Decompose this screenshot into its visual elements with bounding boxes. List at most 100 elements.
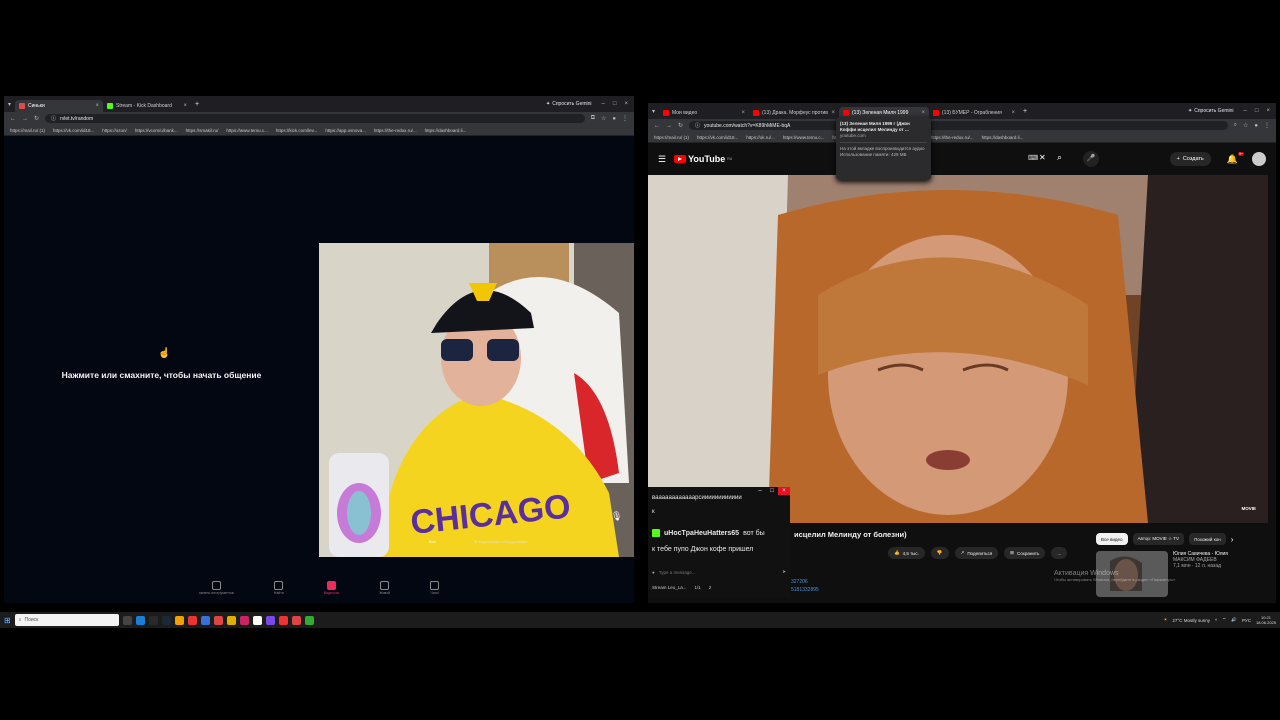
close-icon[interactable]: ×: [778, 487, 790, 495]
bookmark-item[interactable]: https://www.temu.c...: [226, 128, 268, 133]
nav-live[interactable]: Живой: [379, 581, 390, 595]
bookmark-item[interactable]: https://dashboard.li...: [425, 128, 467, 133]
bookmark-star-icon[interactable]: ☆: [1243, 122, 1248, 129]
app-icon[interactable]: [148, 615, 158, 625]
bookmark-item[interactable]: https://mail.ru/ (1): [654, 135, 689, 140]
close-icon[interactable]: ×: [1012, 110, 1016, 116]
chat-username[interactable]: uHocTpaHeuHatters65: [664, 530, 739, 537]
app-icon[interactable]: [304, 615, 314, 625]
network-icon[interactable]: ⌔: [1222, 617, 1226, 623]
streamer-name[interactable]: Stream Leo_La...: [652, 585, 687, 590]
chip-author[interactable]: Автор: MOVIE ☆ TV: [1132, 533, 1185, 545]
voice-search-icon[interactable]: 🎤: [1083, 151, 1099, 167]
weather-icon[interactable]: ☀: [1163, 617, 1167, 623]
reco-info[interactable]: Юлия Савичева - Юлия МАКСИМ ФАДЕЕВ 7,1 м…: [1173, 551, 1273, 569]
maximize-icon[interactable]: □: [766, 487, 778, 495]
hamburger-menu-icon[interactable]: ☰: [658, 154, 666, 165]
nav-toolbar[interactable]: панель инструментов: [199, 581, 234, 595]
tab-search-icon[interactable]: ▾: [8, 101, 11, 108]
bookmark-item[interactable]: https://mail.ru/ (1): [10, 128, 45, 133]
menu-icon[interactable]: ⋮: [622, 115, 628, 122]
app-icon[interactable]: [174, 615, 184, 625]
extensions-icon[interactable]: ⧉: [591, 115, 595, 122]
nav-chats[interactable]: Чаты: [430, 581, 440, 595]
app-icon[interactable]: [187, 615, 197, 625]
right-tab-2[interactable]: (13) Драка. Морфеус против ×: [749, 107, 839, 119]
reload-icon[interactable]: ↻: [34, 115, 39, 122]
edge-icon[interactable]: [135, 615, 145, 625]
like-button[interactable]: 👍 4,5 тыс.: [888, 547, 925, 559]
tab-search-icon[interactable]: ▾: [652, 108, 655, 115]
maximize-icon[interactable]: □: [1255, 108, 1259, 114]
left-tab-1[interactable]: Синьки ×: [15, 99, 104, 112]
language-indicator[interactable]: РУС: [1242, 618, 1251, 623]
bookmark-item[interactable]: https://ok.ru/...: [746, 135, 775, 140]
close-icon[interactable]: ×: [922, 110, 926, 116]
close-icon[interactable]: ×: [184, 103, 188, 109]
avatar[interactable]: [1252, 152, 1266, 166]
windows-start-icon[interactable]: ⊞: [4, 616, 11, 625]
close-icon[interactable]: ×: [742, 110, 746, 116]
youtube-logo[interactable]: YouTube RU: [674, 154, 732, 164]
forward-icon[interactable]: →: [22, 116, 28, 122]
app-icon[interactable]: [265, 615, 275, 625]
chip-all-videos[interactable]: Все видео: [1096, 533, 1128, 545]
bookmark-item[interactable]: https://vk.com/id18...: [697, 135, 738, 140]
send-icon[interactable]: ➤: [782, 569, 786, 575]
forward-icon[interactable]: →: [666, 123, 672, 129]
dislike-button[interactable]: 👎: [930, 547, 949, 559]
bookmark-item[interactable]: https://dashboard.li...: [982, 135, 1024, 140]
tray-overflow-icon[interactable]: ^: [1215, 618, 1217, 623]
bookmark-item[interactable]: https://vcom/u/bank...: [135, 128, 178, 133]
profile-icon[interactable]: ●: [612, 116, 616, 122]
chrome-icon[interactable]: [278, 615, 288, 625]
more-button[interactable]: ...: [1051, 547, 1068, 559]
left-tab-2[interactable]: Stream - Kick Dashboard ×: [103, 100, 191, 112]
search-icon[interactable]: ⌕: [1057, 152, 1062, 163]
file-explorer-icon[interactable]: [226, 615, 236, 625]
new-tab-button[interactable]: +: [195, 101, 199, 108]
weather-text[interactable]: 27°C Mostly sunny: [1172, 618, 1210, 623]
new-tab-button[interactable]: +: [1023, 108, 1027, 115]
bookmark-item[interactable]: https://smakil.ru/: [186, 128, 219, 133]
clear-search-icon[interactable]: ✕: [1039, 153, 1046, 162]
zoom-icon[interactable]: ⌕: [1234, 122, 1237, 129]
minimize-icon[interactable]: –: [754, 487, 766, 495]
bookmark-item[interactable]: https://kick.com/lev...: [276, 128, 317, 133]
bookmark-item[interactable]: https://app.osnova...: [325, 128, 366, 133]
chat-input[interactable]: ● Type a message... ➤: [652, 567, 786, 577]
mic-icon[interactable]: 🎙: [611, 511, 622, 522]
nav-videochat[interactable]: Видеочат: [324, 581, 339, 595]
task-view-icon[interactable]: [122, 615, 132, 625]
bookmark-star-icon[interactable]: ☆: [601, 115, 606, 122]
video-player[interactable]: MOVIE: [648, 175, 1268, 523]
bookmark-item[interactable]: https://www.temu.c...: [783, 135, 825, 140]
close-window-icon[interactable]: ×: [624, 101, 628, 107]
close-window-icon[interactable]: ×: [1266, 108, 1270, 114]
back-icon[interactable]: ←: [654, 123, 660, 129]
share-button[interactable]: ↗ Поделиться: [954, 547, 999, 559]
back-icon[interactable]: ←: [10, 116, 16, 122]
bookmark-item[interactable]: https://the-redux.ru/...: [374, 128, 417, 133]
maximize-icon[interactable]: □: [613, 101, 617, 107]
steam-icon[interactable]: [161, 615, 171, 625]
app-icon[interactable]: [252, 615, 262, 625]
bookmark-item[interactable]: https://vk.com/id18...: [53, 128, 94, 133]
url-field[interactable]: ⓘ youtube.com/watch?v=K89hMiME-bqA: [689, 121, 1228, 130]
right-tab-4[interactable]: (13) БУМЕР - Ограбления ×: [929, 107, 1019, 119]
emote-icon[interactable]: ●: [652, 570, 655, 575]
save-button[interactable]: ⊞ Сохранить: [1004, 547, 1046, 559]
bookmark-item[interactable]: https://the-redux.ru/...: [931, 135, 974, 140]
bookmark-item[interactable]: https://ozon/: [102, 128, 127, 133]
volume-icon[interactable]: 🔊: [1231, 617, 1237, 623]
chevron-right-icon[interactable]: ›: [1231, 535, 1234, 544]
app-icon[interactable]: [213, 615, 223, 625]
profile-icon[interactable]: ●: [1254, 123, 1258, 129]
gemini-button[interactable]: ✦ Спросить Gemini: [1188, 108, 1234, 114]
close-icon[interactable]: ×: [832, 110, 836, 116]
gemini-button[interactable]: ✦ Спросить Gemini: [546, 101, 592, 107]
taskbar-search[interactable]: ⌕ Поиск: [14, 614, 119, 626]
minimize-icon[interactable]: –: [602, 101, 605, 107]
chrome-icon[interactable]: [291, 615, 301, 625]
keyboard-icon[interactable]: ⌨: [1028, 154, 1038, 162]
